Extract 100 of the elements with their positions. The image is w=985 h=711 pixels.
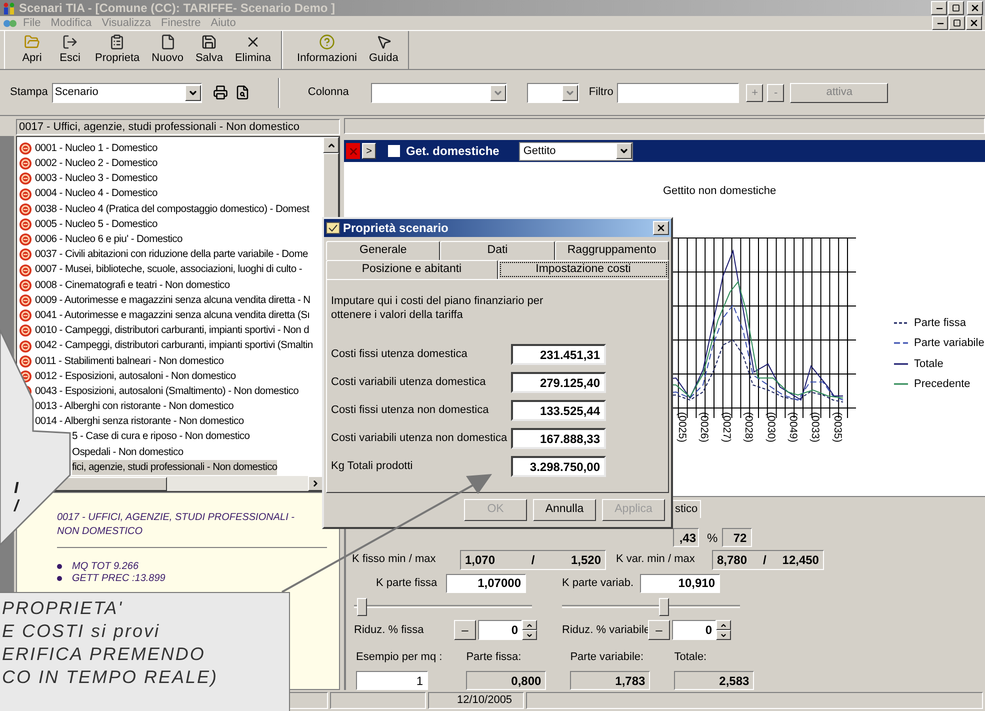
example-field[interactable]: 1: [356, 671, 428, 690]
category-item[interactable]: 0006 - Nucleo 6 e piu' - Domestico: [35, 232, 182, 248]
toolbar-button[interactable]: Apri: [13, 32, 51, 68]
people-icon: [2, 2, 16, 14]
print-select[interactable]: Scenario: [52, 82, 202, 102]
close-button[interactable]: [967, 1, 983, 15]
slider-thumb[interactable]: [357, 598, 368, 616]
category-item[interactable]: 0014 - Alberghi senza ristorante - Non domestico: [35, 414, 244, 430]
decrease-button[interactable]: –: [454, 620, 476, 640]
round-emblem-icon: [19, 172, 32, 186]
dialog-tab[interactable]: Impostazione costi: [498, 260, 669, 279]
category-item[interactable]: 0037 - Civili abitazioni con riduzione della parte variabile - Dome: [35, 247, 308, 263]
toolbar-button[interactable]: Esci: [51, 32, 89, 68]
checkbox[interactable]: [388, 145, 400, 157]
category-item[interactable]: 5 - Case di cura e riposo - Non domestico: [72, 429, 250, 445]
toolbar-button[interactable]: Guida: [362, 32, 404, 68]
folder-open-icon: [24, 34, 40, 50]
toolbar-button[interactable]: Proprieta: [89, 32, 146, 68]
cost-field[interactable]: 279.125,40: [511, 372, 606, 393]
field-label: K parte variab.: [562, 576, 635, 591]
category-item[interactable]: 0012 - Esposizioni, autosaloni - Non domestico: [35, 368, 236, 384]
print-preview-icon: [235, 85, 250, 100]
spin-down-button[interactable]: [522, 630, 537, 640]
spin-up-button[interactable]: [522, 620, 537, 630]
toolbar-button[interactable]: Elimina: [228, 32, 278, 68]
category-item[interactable]: 0042 - Campeggi, distributori carburanti, impianti sportivi (Smaltin: [35, 338, 313, 354]
category-item[interactable]: Ospedali - Non domestico: [72, 444, 184, 460]
slider-thumb[interactable]: [659, 598, 670, 616]
cost-field[interactable]: 231.451,31: [511, 344, 606, 365]
callout-text: CO IN TEMPO REALE): [2, 666, 220, 689]
category-header: 0017 - Uffici, agenzie, studi professionali - Non domestico: [16, 119, 340, 135]
category-item[interactable]: 0013 - Alberghi con ristorante - Non domestico: [35, 399, 234, 414]
legend-label: Parte fissa: [914, 316, 966, 330]
k-variable-field[interactable]: 10,910: [640, 574, 720, 593]
category-item[interactable]: 0005 - Nucleo 5 - Domestico: [35, 216, 158, 232]
range-separator: /: [762, 552, 766, 569]
measure-select[interactable]: Gettito: [519, 142, 634, 160]
category-item[interactable]: 0007 - Musei, biblioteche, scuole, associazioni, luoghi di culto -: [35, 262, 302, 278]
category-item[interactable]: 0009 - Autorimesse e magazzini senza alcuna vendita diretta - N: [35, 292, 310, 308]
bullet-icon: [57, 576, 62, 580]
toolbar-button[interactable]: Nuovo: [146, 32, 190, 68]
expand-button[interactable]: >: [362, 143, 376, 159]
category-item[interactable]: 0004 - Nucleo 4 - Domestico: [35, 186, 158, 202]
close-button[interactable]: [653, 221, 669, 235]
percent-field[interactable]: 0: [478, 620, 522, 640]
category-item[interactable]: 0008 - Cinematografi e teatri - Non domestico: [35, 278, 230, 293]
callout-text: /: [14, 498, 18, 516]
minimize-button[interactable]: [932, 16, 948, 30]
scroll-right-button[interactable]: [308, 476, 323, 491]
dialog-tab[interactable]: Raggruppamento: [554, 241, 669, 260]
category-item[interactable]: 0002 - Nucleo 2 - Domestico: [35, 156, 158, 172]
result-field[interactable]: 2,583: [674, 671, 754, 690]
result-field[interactable]: 0,800: [466, 671, 546, 690]
percent-field[interactable]: 0: [672, 620, 716, 640]
column-select[interactable]: [370, 82, 507, 102]
restore-button[interactable]: [949, 16, 965, 30]
round-emblem-icon: [19, 233, 32, 246]
decrease-button[interactable]: –: [648, 620, 670, 640]
status-date: 12/10/2005: [457, 693, 512, 708]
toolbar-button[interactable]: Informazioni: [291, 32, 363, 68]
category-item[interactable]: 0043 - Esposizioni, autosaloni (Smaltimento) - Non domestico: [35, 384, 299, 400]
chart-title: Gettito non domestiche: [662, 184, 776, 199]
save-icon: [201, 34, 218, 50]
cost-field[interactable]: 167.888,33: [511, 428, 606, 449]
close-icon: [656, 223, 666, 233]
max-value: 1,520: [570, 552, 601, 569]
category-item[interactable]: 0003 - Nucleo 3 - Domestico: [35, 171, 158, 187]
legend-label: Totale: [914, 356, 944, 372]
category-item[interactable]: 0001 - Nucleo 1 - Domestico: [35, 140, 158, 156]
category-item[interactable]: 0041 - Autorimesse e magazzini senza alcuna vendita diretta (Sı: [35, 308, 310, 324]
k-fixed-field[interactable]: 1,07000: [446, 574, 526, 593]
dialog-tab[interactable]: Generale: [326, 241, 440, 260]
operator-select[interactable]: [526, 82, 579, 102]
scroll-up-button[interactable]: [323, 137, 339, 153]
category-item[interactable]: 0011 - Stabilimenti balneari - Non domestico: [35, 354, 224, 369]
spin-down-button[interactable]: [716, 630, 731, 640]
axis-label: (0027): [720, 412, 732, 442]
dialog-tab[interactable]: Posizione e abitanti: [326, 260, 498, 279]
filter-input[interactable]: [617, 82, 740, 102]
category-item[interactable]: 0038 - Nucleo 4 (Pratica del compostaggio domestico) - Domest: [35, 202, 310, 218]
minimize-button[interactable]: [931, 1, 947, 15]
result-field[interactable]: 1,783: [570, 671, 650, 690]
dialog-tab[interactable]: Dati: [440, 241, 555, 260]
cost-field[interactable]: 3.298.750,00: [511, 456, 606, 477]
spin-up-button[interactable]: [716, 620, 731, 630]
restore-button[interactable]: [948, 1, 964, 15]
round-emblem-icon: [19, 142, 32, 156]
percent-value-field[interactable]: 72: [722, 528, 752, 548]
round-emblem-icon: [19, 218, 32, 232]
field-label: Totale:: [674, 650, 708, 665]
category-item[interactable]: 0010 - Campeggi, distributori carburanti, impianti sportivi - Non d: [35, 323, 310, 339]
category-item[interactable]: fici, agenzie, studi professionali - Non domestico: [72, 460, 278, 476]
toolbar-button[interactable]: Salva: [189, 32, 229, 68]
axis-label: (0025): [676, 412, 688, 442]
info-bullet: GETT PREC :13.899: [72, 572, 166, 586]
print-button[interactable]: [212, 84, 230, 102]
cost-label: Costi variabili utenza non domestica: [331, 431, 508, 446]
cost-field[interactable]: 133.525,44: [511, 400, 606, 421]
dialog-button[interactable]: Annulla: [533, 499, 596, 521]
close-button[interactable]: [966, 16, 982, 30]
